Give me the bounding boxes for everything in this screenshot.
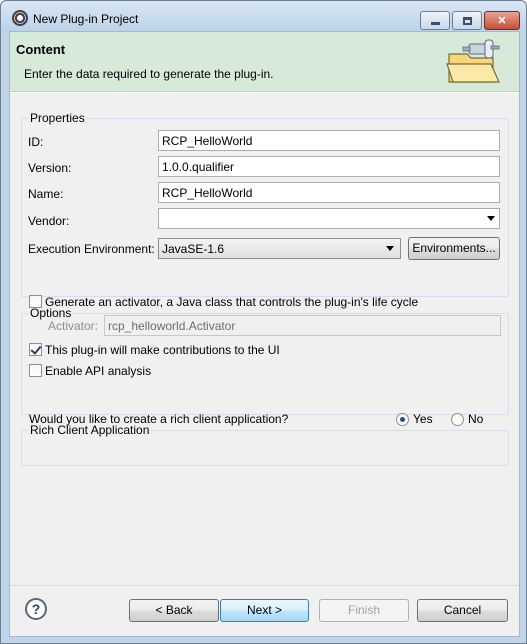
close-button[interactable]: ✕ xyxy=(484,11,520,30)
rca-yes-radio[interactable] xyxy=(396,413,409,426)
environments-button[interactable]: Environments... xyxy=(408,237,500,260)
execution-environment-label: Execution Environment: xyxy=(28,242,155,256)
minimize-icon xyxy=(430,22,440,25)
vendor-combo[interactable] xyxy=(158,208,500,229)
activator-label: Activator: xyxy=(48,319,99,333)
id-field[interactable]: RCP_HelloWorld xyxy=(158,130,500,151)
cancel-button[interactable]: Cancel xyxy=(417,599,508,622)
dialog-client-area: Content Enter the data required to gener… xyxy=(9,31,520,637)
next-button[interactable]: Next > xyxy=(220,599,309,622)
minimize-button[interactable] xyxy=(420,11,450,30)
activator-field[interactable]: rcp_helloworld.Activator xyxy=(104,315,501,336)
wizard-banner: Content Enter the data required to gener… xyxy=(10,32,519,92)
execution-environment-select[interactable]: JavaSE-1.6 xyxy=(158,238,401,259)
window-title: New Plug-in Project xyxy=(33,12,139,26)
banner-title: Content xyxy=(16,42,66,57)
eclipse-icon xyxy=(12,10,28,26)
id-label: ID: xyxy=(28,135,44,149)
finish-button[interactable]: Finish xyxy=(319,599,409,622)
plugin-folder-icon xyxy=(446,39,500,83)
enable-api-analysis-label: Enable API analysis xyxy=(45,364,152,378)
generate-activator-checkbox[interactable] xyxy=(29,295,42,308)
maximize-icon xyxy=(462,16,472,25)
close-icon: ✕ xyxy=(497,15,507,27)
rich-client-group: Rich Client Application xyxy=(21,423,509,466)
vendor-label: Vendor: xyxy=(28,214,70,228)
button-bar-separator xyxy=(10,585,519,586)
generate-activator-label: Generate an activator, a Java class that… xyxy=(45,295,419,309)
rca-yes-label: Yes xyxy=(413,412,433,426)
rca-no-label: No xyxy=(468,412,484,426)
name-label: Name: xyxy=(28,187,64,201)
chevron-down-icon xyxy=(487,216,495,221)
maximize-button[interactable] xyxy=(452,11,482,30)
banner-separator xyxy=(10,92,519,93)
execution-environment-value: JavaSE-1.6 xyxy=(162,242,225,256)
name-field[interactable]: RCP_HelloWorld xyxy=(158,182,500,203)
banner-description: Enter the data required to generate the … xyxy=(24,67,274,81)
properties-group-label: Properties xyxy=(28,111,87,125)
ui-contributions-label: This plug-in will make contributions to … xyxy=(45,343,280,357)
ui-contributions-checkbox[interactable] xyxy=(29,343,42,356)
help-icon[interactable]: ? xyxy=(25,598,47,620)
rca-question: Would you like to create a rich client a… xyxy=(29,412,289,426)
chevron-down-icon xyxy=(386,246,394,251)
version-field[interactable]: 1.0.0.qualifier xyxy=(158,156,500,177)
back-button[interactable]: < Back xyxy=(129,599,219,622)
rca-no-radio[interactable] xyxy=(451,413,464,426)
title-bar[interactable]: New Plug-in Project ✕ xyxy=(1,1,526,31)
version-label: Version: xyxy=(28,161,72,175)
enable-api-analysis-checkbox[interactable] xyxy=(29,364,42,377)
dialog-window: New Plug-in Project ✕ Content Enter the … xyxy=(0,0,527,644)
